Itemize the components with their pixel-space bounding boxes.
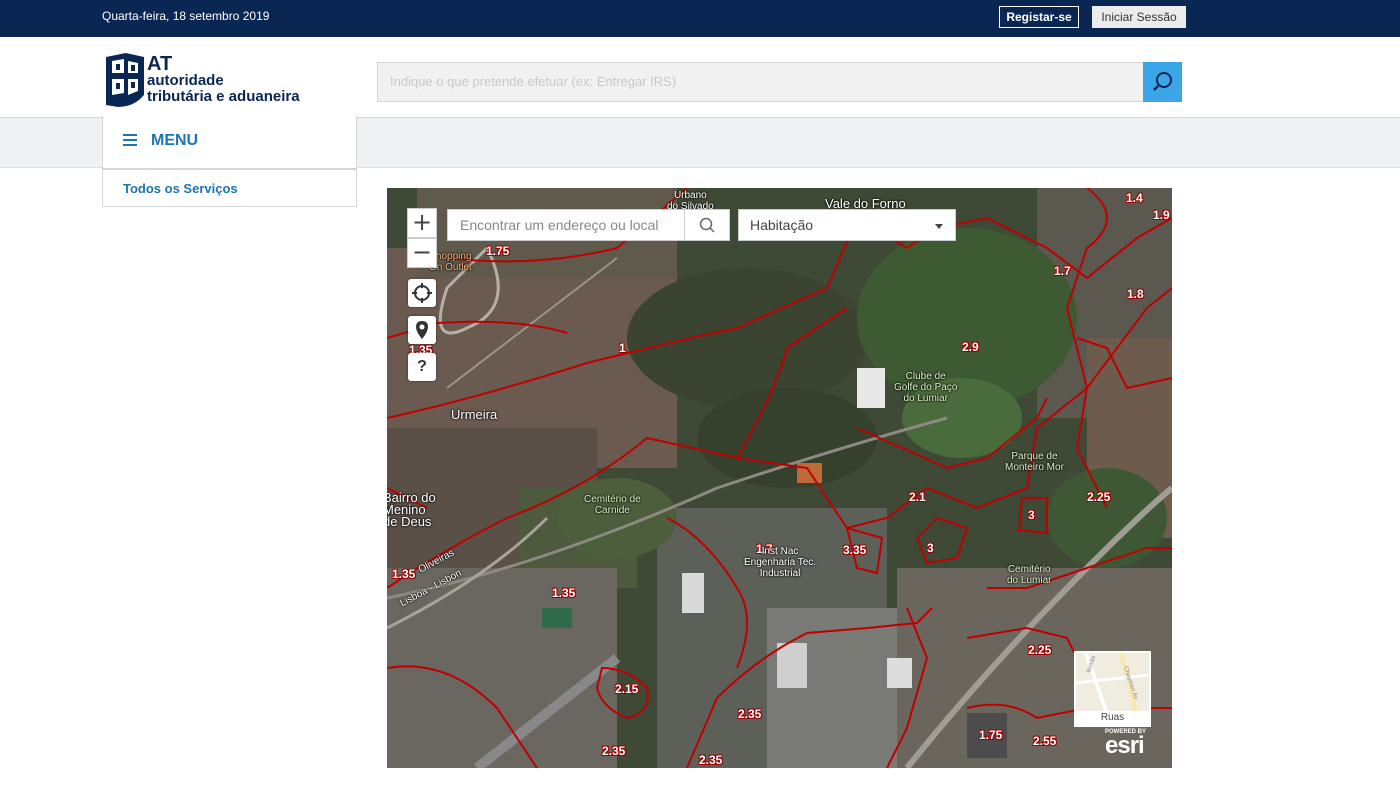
zone-label[interactable]: 3.35 — [843, 543, 866, 557]
place-label: Cemitério de Carnide — [584, 494, 641, 516]
menu-button[interactable]: MENU — [102, 116, 357, 169]
zone-label[interactable]: 1.75 — [486, 244, 509, 258]
place-label: Parque de Monteiro Mor — [1005, 451, 1064, 473]
help-button[interactable]: ? — [408, 353, 436, 381]
menu-label: MENU — [151, 132, 199, 149]
zone-label[interactable]: 3 — [927, 541, 934, 555]
streets-basemap-thumbnail: Beirão Chapman Av — [1075, 652, 1150, 712]
logo-line-3: tributária e aduaneira — [147, 88, 300, 105]
map-pin-icon — [416, 321, 428, 339]
zone-label[interactable]: 1.9 — [1153, 208, 1170, 222]
basemap-toggle[interactable]: Beirão Chapman Av Ruas — [1074, 651, 1151, 727]
zoom-in-button[interactable]: + — [407, 208, 437, 238]
register-button[interactable]: Registar-se — [999, 6, 1079, 28]
site-header: AT autoridade tributária e aduaneira Ind… — [0, 37, 1400, 117]
basemap-label: Ruas — [1076, 711, 1149, 725]
zone-label[interactable]: 2.35 — [699, 753, 722, 767]
map-view[interactable]: 1.75 1.4 1.9 1.7 1.8 1 2.9 2.1 2.25 3 3.… — [387, 188, 1172, 768]
zone-label[interactable]: 1.35 — [392, 567, 415, 581]
marker-button[interactable] — [408, 316, 436, 344]
map-search-input[interactable]: Encontrar um endereço ou local — [447, 209, 686, 241]
zone-label[interactable]: 2.35 — [738, 707, 761, 721]
place-label: Bairro do Menino de Deus — [387, 490, 436, 529]
esri-wordmark: esri — [1105, 732, 1145, 759]
place-label: Cemitério do Lumiar — [1007, 564, 1052, 586]
zone-label[interactable]: 2.55 — [1033, 734, 1056, 748]
locate-button[interactable] — [408, 279, 436, 307]
place-label: Clube de Golfe do Paço do Lumiar — [894, 371, 958, 404]
zone-label[interactable]: 2.1 — [909, 490, 926, 504]
zone-label[interactable]: 1.4 — [1126, 191, 1143, 205]
login-button[interactable]: Iniciar Sessão — [1092, 6, 1186, 28]
all-services-link[interactable]: Todos os Serviços — [102, 169, 357, 207]
chevron-down-icon — [935, 224, 943, 229]
zone-label[interactable]: 2.15 — [615, 682, 638, 696]
logo-line-2: autoridade — [147, 72, 224, 89]
layer-select-value: Habitação — [750, 217, 814, 233]
zone-label[interactable]: 1 — [619, 341, 626, 355]
shield-logo-icon — [106, 53, 144, 107]
zone-label[interactable]: 3 — [1028, 508, 1035, 522]
hamburger-icon — [123, 134, 137, 146]
search-icon — [1153, 72, 1172, 91]
logo-text: AT autoridade tributária e aduaneira — [147, 53, 300, 105]
zone-label[interactable]: 1.8 — [1127, 287, 1144, 301]
zone-label[interactable]: 1.35 — [552, 586, 575, 600]
zone-label[interactable]: 2.9 — [962, 340, 979, 354]
site-search-input[interactable]: Indique o que pretende efetuar (ex: Entr… — [377, 62, 1145, 102]
zone-label[interactable]: 1.7 — [1054, 264, 1071, 278]
logo-at: AT — [147, 53, 173, 75]
all-services-label: Todos os Serviços — [123, 181, 238, 196]
crosshair-icon — [412, 283, 432, 303]
current-date: Quarta-feira, 18 setembro 2019 — [102, 9, 270, 23]
search-icon — [699, 217, 715, 233]
esri-logo[interactable]: POWERED BY esri — [1105, 729, 1146, 759]
place-label: Inst Nac Engenharia Tec. Industrial — [744, 546, 817, 579]
top-bar: Quarta-feira, 18 setembro 2019 Registar-… — [0, 0, 1400, 37]
layer-select[interactable]: Habitação — [738, 209, 956, 241]
zone-label[interactable]: 2.35 — [602, 744, 625, 758]
zone-label[interactable]: 2.25 — [1028, 643, 1051, 657]
map-search-button[interactable] — [684, 209, 730, 241]
zone-label[interactable]: 1.75 — [979, 728, 1002, 742]
site-search-button[interactable] — [1143, 62, 1182, 102]
zoom-out-button[interactable]: − — [407, 238, 437, 268]
place-label: Urmeira — [451, 407, 498, 422]
zone-label[interactable]: 2.25 — [1087, 490, 1110, 504]
